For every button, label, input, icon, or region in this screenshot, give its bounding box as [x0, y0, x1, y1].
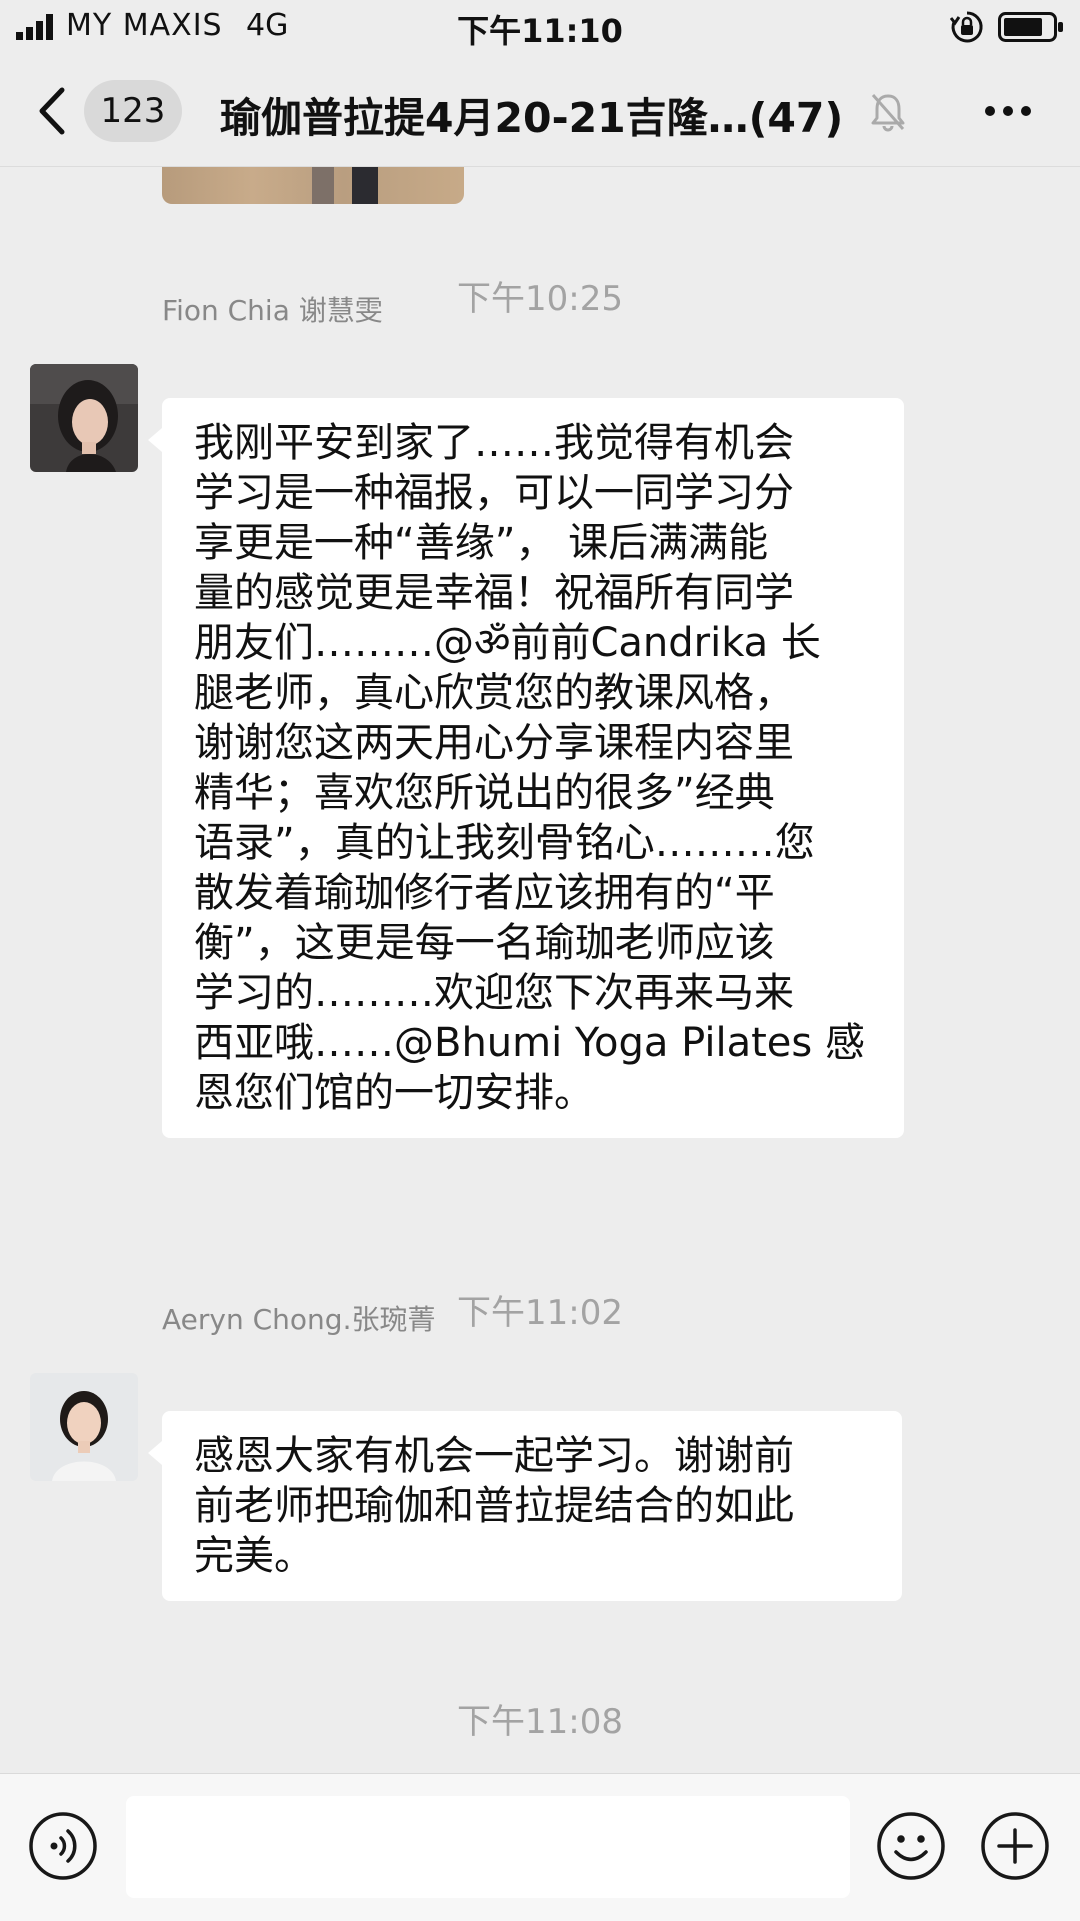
avatar-photo-icon [30, 364, 138, 472]
message-line: 学习是一种福报，可以一同学习分 [194, 470, 794, 516]
back-chevron-icon[interactable] [36, 86, 68, 136]
sender-name: Aeryn Chong.张琬菁 [162, 1303, 436, 1336]
sender-name: Fion Chia 谢慧雯 [162, 294, 383, 327]
message-line: 散发着瑜珈修行者应该拥有的“平 [194, 870, 775, 916]
photo-detail [312, 167, 334, 204]
message-line: 感恩大家有机会一起学习。谢谢前 [194, 1433, 794, 1479]
avatar[interactable] [30, 1373, 138, 1481]
input-bar [0, 1773, 1080, 1921]
message-input[interactable] [126, 1796, 850, 1898]
message-line: 我刚平安到家了……我觉得有机会 [194, 420, 794, 466]
message-line: 语录”，真的让我刻骨铭心………您 [194, 820, 815, 866]
more-dots-icon[interactable] [982, 96, 1034, 126]
message-line: 享更是一种“善缘”， 课后满满能 [194, 520, 769, 566]
message-line: 完美。 [194, 1533, 314, 1579]
message-line: 学习的………欢迎您下次再来马来 [194, 970, 794, 1016]
message-line: 西亚哦……@Bhumi Yoga Pilates 感 [194, 1020, 865, 1066]
message-bubble[interactable]: 我刚平安到家了……我觉得有机会 学习是一种福报，可以一同学习分 享更是一种“善缘… [148, 398, 904, 1138]
chat-header: 123 瑜伽普拉提4月20-21吉隆…(47) [0, 56, 1080, 167]
plus-icon[interactable] [980, 1811, 1050, 1881]
image-message-thumbnail[interactable] [162, 167, 464, 204]
unread-count-badge[interactable]: 123 [84, 80, 182, 142]
muted-bell-icon [871, 94, 905, 132]
message-line: 前老师把瑜伽和普拉提结合的如此 [194, 1483, 794, 1529]
emoji-smile-icon[interactable] [876, 1811, 946, 1881]
avatar-photo-icon [30, 1373, 138, 1481]
message-line: 朋友们………@ॐ前前Candrika 长 [194, 620, 821, 666]
photo-detail [352, 167, 378, 204]
message-line: 谢谢您这两天用心分享课程内容里 [194, 720, 794, 766]
message-list[interactable]: 下午10:25 Fion Chia 谢慧雯 我刚平安到家了……我觉得有机会 学习… [0, 167, 1080, 1773]
voice-input-icon[interactable] [28, 1811, 98, 1881]
message-line: 量的感觉更是幸福！祝福所有同学 [194, 570, 794, 616]
status-clock: 下午11:10 [457, 12, 623, 50]
orientation-lock-icon [950, 11, 983, 43]
message-bubble[interactable]: 感恩大家有机会一起学习。谢谢前 前老师把瑜伽和普拉提结合的如此 完美。 [148, 1411, 902, 1601]
avatar[interactable] [30, 364, 138, 472]
message-line: 精华；喜欢您所说出的很多”经典 [194, 770, 775, 816]
message-line: 恩您们馆的一切安排。 [194, 1070, 594, 1116]
chat-title[interactable]: 瑜伽普拉提4月20-21吉隆…(47) [220, 84, 843, 144]
status-bar: MY MAXIS 4G 下午11:10 [0, 0, 1080, 56]
message-line: 衡”，这更是每一名瑜珈老师应该 [194, 920, 775, 966]
message-timestamp: 下午11:08 [457, 1702, 623, 1742]
message-line: 腿老师，真心欣赏您的教课风格， [194, 670, 794, 716]
battery-icon [998, 12, 1063, 42]
